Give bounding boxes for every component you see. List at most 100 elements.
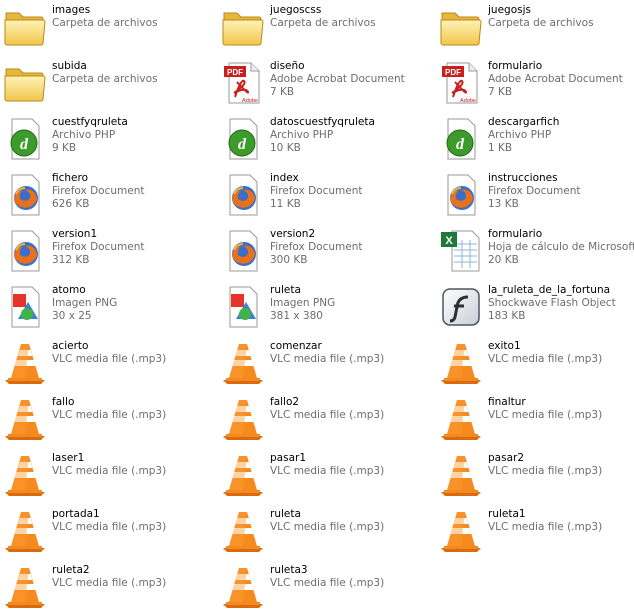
file-tile[interactable]: atomo Imagen PNG 30 x 25 bbox=[0, 282, 210, 332]
svg-text:d: d bbox=[20, 136, 29, 153]
file-type: Firefox Document bbox=[52, 241, 145, 253]
file-name: ruleta1 bbox=[488, 508, 526, 520]
file-tile[interactable]: acierto VLC media file (.mp3) bbox=[0, 338, 210, 388]
file-labels: diseño Adobe Acrobat Document 7 KB bbox=[270, 60, 428, 99]
file-type: VLC media file (.mp3) bbox=[488, 353, 603, 365]
file-tile[interactable]: portada1 VLC media file (.mp3) bbox=[0, 506, 210, 556]
file-tile[interactable]: ruleta VLC media file (.mp3) bbox=[218, 506, 428, 556]
file-tile[interactable]: instrucciones Firefox Document 13 KB bbox=[436, 170, 634, 220]
file-type: Imagen PNG bbox=[270, 297, 336, 309]
file-tile[interactable]: d datoscuestfyqruleta Archivo PHP 10 KB bbox=[218, 114, 428, 164]
excel-icon: X bbox=[438, 228, 484, 274]
file-name: ruleta2 bbox=[52, 564, 90, 576]
file-name: comenzar bbox=[270, 340, 322, 352]
file-type: VLC media file (.mp3) bbox=[52, 353, 167, 365]
file-detail: 13 KB bbox=[488, 198, 519, 210]
file-tile[interactable]: subida Carpeta de archivos bbox=[0, 58, 210, 108]
vlc-cone-icon bbox=[2, 508, 48, 554]
file-type: Archivo PHP bbox=[488, 129, 552, 141]
file-labels: juegosjs Carpeta de archivos bbox=[488, 4, 634, 30]
file-detail: 381 x 380 bbox=[270, 310, 323, 322]
file-labels: formularioHoja de cálculo de Microsoft E… bbox=[488, 228, 634, 267]
file-labels: ruleta2 VLC media file (.mp3) bbox=[52, 564, 210, 590]
file-type: Carpeta de archivos bbox=[52, 73, 158, 85]
file-tile[interactable]: PDF Adobe formulario Adobe Acrobat Document… bbox=[436, 58, 634, 108]
file-tile[interactable]: comenzar VLC media file (.mp3) bbox=[218, 338, 428, 388]
vlc-cone-icon bbox=[2, 564, 48, 610]
file-tile[interactable]: juegoscss Carpeta de archivos bbox=[218, 2, 428, 52]
file-type: VLC media file (.mp3) bbox=[52, 577, 167, 589]
file-labels: ruleta VLC media file (.mp3) bbox=[270, 508, 428, 534]
file-labels: index Firefox Document 11 KB bbox=[270, 172, 428, 211]
file-detail: 9 KB bbox=[52, 142, 77, 154]
file-detail: 20 KB bbox=[488, 254, 519, 266]
file-tile[interactable]: version1 Firefox Document 312 KB bbox=[0, 226, 210, 276]
file-labels: version2 Firefox Document 300 KB bbox=[270, 228, 428, 267]
file-type: Imagen PNG bbox=[52, 297, 118, 309]
vlc-cone-icon bbox=[438, 340, 484, 386]
file-name: version1 bbox=[52, 228, 98, 240]
file-tile[interactable]: pasar1 VLC media file (.mp3) bbox=[218, 450, 428, 500]
pdf-icon: PDF Adobe bbox=[220, 60, 266, 106]
file-labels: instrucciones Firefox Document 13 KB bbox=[488, 172, 634, 211]
file-tile[interactable]: juegosjs Carpeta de archivos bbox=[436, 2, 634, 52]
file-tile[interactable]: d cuestfyqruleta Archivo PHP 9 KB bbox=[0, 114, 210, 164]
file-type: VLC media file (.mp3) bbox=[52, 521, 167, 533]
file-tile[interactable]: ruleta1 VLC media file (.mp3) bbox=[436, 506, 634, 556]
file-type: Carpeta de archivos bbox=[52, 17, 158, 29]
file-labels: images Carpeta de archivos bbox=[52, 4, 210, 30]
file-name: atomo bbox=[52, 284, 86, 296]
file-tile[interactable]: index Firefox Document 11 KB bbox=[218, 170, 428, 220]
file-tile[interactable]: fichero Firefox Document 626 KB bbox=[0, 170, 210, 220]
svg-text:d: d bbox=[238, 136, 247, 153]
file-name: juegoscss bbox=[270, 4, 322, 16]
file-type: Carpeta de archivos bbox=[270, 17, 376, 29]
file-tile[interactable]: images Carpeta de archivos bbox=[0, 2, 210, 52]
vlc-cone-icon bbox=[438, 452, 484, 498]
file-type: VLC media file (.mp3) bbox=[270, 465, 385, 477]
file-labels: portada1 VLC media file (.mp3) bbox=[52, 508, 210, 534]
file-type: Firefox Document bbox=[270, 241, 363, 253]
file-type: Adobe Acrobat Document bbox=[270, 73, 405, 85]
dreamweaver-php-icon: d bbox=[438, 116, 484, 162]
file-labels: finaltur VLC media file (.mp3) bbox=[488, 396, 634, 422]
dreamweaver-php-icon: d bbox=[220, 116, 266, 162]
file-tile[interactable]: exito1 VLC media file (.mp3) bbox=[436, 338, 634, 388]
file-tile[interactable]: la_ruleta_de_la_fortuna Shockwave Flash O… bbox=[436, 282, 634, 332]
file-detail: 7 KB bbox=[488, 86, 513, 98]
vlc-cone-icon bbox=[220, 452, 266, 498]
folder-icon bbox=[2, 4, 48, 50]
file-name: images bbox=[52, 4, 91, 16]
file-tile[interactable]: pasar2 VLC media file (.mp3) bbox=[436, 450, 634, 500]
file-tile[interactable]: fallo VLC media file (.mp3) bbox=[0, 394, 210, 444]
firefox-icon bbox=[438, 172, 484, 218]
file-tile[interactable]: laser1 VLC media file (.mp3) bbox=[0, 450, 210, 500]
file-detail: 312 KB bbox=[52, 254, 90, 266]
svg-text:PDF: PDF bbox=[445, 68, 461, 77]
file-labels: datoscuestfyqruleta Archivo PHP 10 KB bbox=[270, 116, 428, 155]
vlc-cone-icon bbox=[2, 452, 48, 498]
file-name: datoscuestfyqruleta bbox=[270, 116, 375, 128]
file-detail: 300 KB bbox=[270, 254, 308, 266]
file-tile[interactable]: ruleta3 VLC media file (.mp3) bbox=[218, 562, 428, 612]
file-name: diseño bbox=[270, 60, 305, 72]
file-tile[interactable]: d descargarfich Archivo PHP 1 KB bbox=[436, 114, 634, 164]
file-type: VLC media file (.mp3) bbox=[488, 465, 603, 477]
file-tile[interactable]: ruleta Imagen PNG 381 x 380 bbox=[218, 282, 428, 332]
file-tile[interactable]: version2 Firefox Document 300 KB bbox=[218, 226, 428, 276]
file-name: la_ruleta_de_la_fortuna bbox=[488, 284, 611, 296]
file-name: laser1 bbox=[52, 452, 85, 464]
file-tile[interactable]: ruleta2 VLC media file (.mp3) bbox=[0, 562, 210, 612]
pdf-icon: PDF Adobe bbox=[438, 60, 484, 106]
file-labels: ruleta Imagen PNG 381 x 380 bbox=[270, 284, 428, 323]
file-tile[interactable]: Xformulario Hoja de cálculo de Microsoft … bbox=[436, 226, 634, 276]
file-name: ruleta bbox=[270, 284, 301, 296]
file-labels: fallo VLC media file (.mp3) bbox=[52, 396, 210, 422]
file-tile[interactable]: finaltur VLC media file (.mp3) bbox=[436, 394, 634, 444]
file-type: Firefox Document bbox=[270, 185, 363, 197]
file-name: version2 bbox=[270, 228, 316, 240]
file-tile[interactable]: PDF Adobe diseño Adobe Acrobat Document 7 KB bbox=[218, 58, 428, 108]
file-name: descargarfich bbox=[488, 116, 560, 128]
file-tile[interactable]: fallo2 VLC media file (.mp3) bbox=[218, 394, 428, 444]
file-type: VLC media file (.mp3) bbox=[270, 409, 385, 421]
